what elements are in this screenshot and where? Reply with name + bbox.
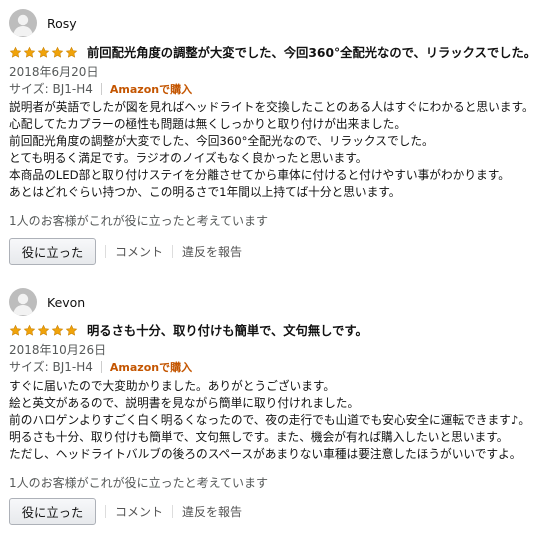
review-actions: 役に立った コメント 違反を報告 (9, 498, 242, 525)
report-abuse-link[interactable]: 違反を報告 (182, 503, 242, 520)
helpful-button[interactable]: 役に立った (9, 498, 96, 525)
review-body-line: 説明者が英語でしたが図を見ればヘッドライトを交換したことのある人はすぐにわかると… (9, 100, 534, 114)
review-body-line: 前回配光角度の調整が大変でした、今回360°全配光なので、リラックスでした。 (9, 134, 434, 148)
star-icon (23, 324, 36, 336)
review-body: 説明者が英語でしたが図を見ればヘッドライトを交換したことのある人はすぐにわかると… (9, 99, 534, 201)
helpful-count: 1人のお客様がこれが役に立ったと考えています (9, 476, 269, 490)
product-size[interactable]: サイズ: BJ1-H4 (9, 358, 93, 375)
report-abuse-link[interactable]: 違反を報告 (182, 243, 242, 260)
divider (172, 505, 174, 518)
star-icon (9, 324, 22, 336)
verified-purchase-badge: Amazonで購入 (109, 360, 193, 374)
divider (105, 245, 106, 258)
reviewer-name[interactable]: Kevon (47, 295, 85, 310)
comment-link[interactable]: コメント (115, 243, 163, 260)
divider (100, 82, 102, 95)
review-body-line: 前のハロゲンよりすごく白く明るくなったので、夜の走行でも山道でも安心安全に運転で… (9, 413, 531, 427)
review-body-line: 心配してたカプラーの極性も問題は無くしっかりと取り付けが出来ました。 (9, 117, 407, 131)
divider (172, 245, 174, 258)
verified-purchase-badge: Amazonで購入 (109, 82, 193, 96)
star-icon (37, 46, 50, 58)
review-title-row: 明るさも十分、取り付けも簡単で、文句無しです。 (9, 322, 368, 338)
reviewer-name[interactable]: Rosy (47, 16, 77, 31)
reviewer-profile[interactable]: Rosy (9, 9, 77, 37)
review-body-line: ただし、ヘッドライトバルブの後ろのスペースがあまりない車種は要注意したほうがいい… (9, 447, 522, 461)
review-body-line: あとはどれぐらい持つか、この明るさで1年間以上持てば十分と思います。 (9, 185, 401, 199)
divider (105, 505, 106, 518)
reviewer-profile[interactable]: Kevon (9, 288, 85, 316)
divider (100, 360, 102, 373)
avatar-icon (9, 288, 37, 316)
review-body-line: 本商品のLED部と取り付けステイを分離させてから車体に付けると付けやすい事がわか… (9, 168, 510, 182)
star-icon (23, 46, 36, 58)
star-rating[interactable] (9, 324, 79, 337)
comment-link[interactable]: コメント (115, 503, 163, 520)
review-date: 2018年10月26日 (9, 343, 107, 357)
avatar-icon (9, 9, 37, 37)
star-icon (65, 324, 78, 336)
review-body: すぐに届いたので大変助かりました。ありがとうございます。絵と英文があるので、説明… (9, 378, 530, 463)
review-meta: サイズ: BJ1-H4 Amazonで購入 (9, 80, 192, 97)
review-meta: サイズ: BJ1-H4 Amazonで購入 (9, 358, 192, 375)
review-body-line: 明るさも十分、取り付けも簡単で、文句無しです。また、機会が有れば購入したいと思い… (9, 430, 509, 444)
star-icon (65, 46, 78, 58)
review-title-row: 前回配光角度の調整が大変でした、今回360°全配光なので、リラックスでした。 (9, 44, 536, 60)
star-icon (51, 46, 64, 58)
review-actions: 役に立った コメント 違反を報告 (9, 238, 242, 265)
review-body-line: すぐに届いたので大変助かりました。ありがとうございます。 (9, 379, 336, 393)
review-title[interactable]: 明るさも十分、取り付けも簡単で、文句無しです。 (87, 321, 368, 339)
review-body-line: 絵と英文があるので、説明書を見ながら簡単に取り付けれました。 (9, 396, 360, 410)
review-date: 2018年6月20日 (9, 65, 99, 79)
helpful-button[interactable]: 役に立った (9, 238, 96, 265)
star-icon (51, 324, 64, 336)
star-icon (37, 324, 50, 336)
star-rating[interactable] (9, 46, 79, 59)
product-size[interactable]: サイズ: BJ1-H4 (9, 80, 93, 97)
helpful-count: 1人のお客様がこれが役に立ったと考えています (9, 214, 269, 228)
review-title[interactable]: 前回配光角度の調整が大変でした、今回360°全配光なので、リラックスでした。 (87, 43, 536, 61)
star-icon (9, 46, 22, 58)
review-body-line: とても明るく満足です。ラジオのノイズもなく良かったと思います。 (9, 151, 368, 165)
